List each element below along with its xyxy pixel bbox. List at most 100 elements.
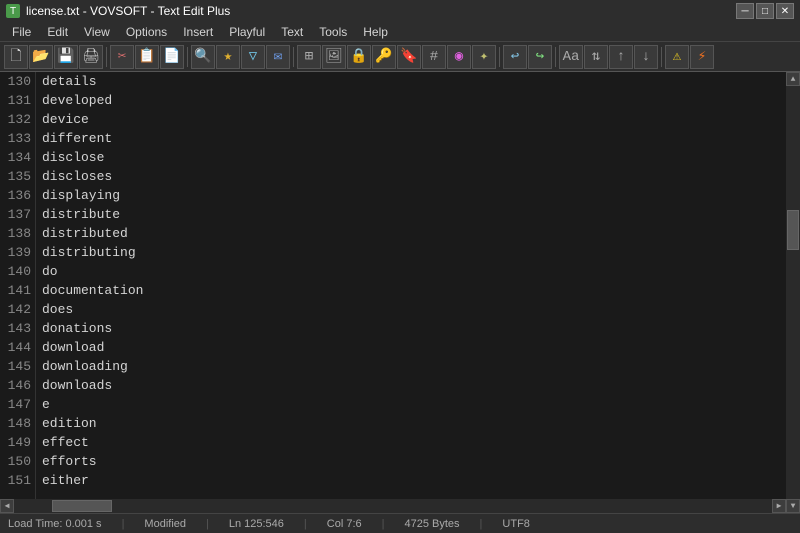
line-number: 147 — [4, 395, 31, 414]
wand-button[interactable]: ✦ — [472, 45, 496, 69]
line-text: does — [42, 300, 780, 319]
toolbar-separator — [499, 47, 500, 67]
case-button[interactable]: Aa — [559, 45, 583, 69]
scroll-right-arrow[interactable]: ▶ — [772, 499, 786, 513]
down-button[interactable]: ↓ — [634, 45, 658, 69]
bookmark-button[interactable]: 🔖 — [397, 45, 421, 69]
line-number: 138 — [4, 224, 31, 243]
menu-item-insert[interactable]: Insert — [175, 22, 221, 41]
cursor-position: Ln 125:546 — [229, 518, 284, 530]
title-bar-controls: ─ □ ✕ — [736, 3, 794, 19]
title-bar: T license.txt - VOVSOFT - Text Edit Plus… — [0, 0, 800, 22]
toolbar-separator — [106, 47, 107, 67]
line-text: details — [42, 72, 780, 91]
h-scroll-track[interactable] — [14, 499, 772, 513]
scroll-down-arrow[interactable]: ▼ — [786, 499, 800, 513]
menu-item-tools[interactable]: Tools — [311, 22, 355, 41]
line-text: donations — [42, 319, 780, 338]
app-icon: T — [6, 4, 20, 18]
editor-area[interactable]: 1301311321331341351361371381391401411421… — [0, 72, 786, 513]
toolbar: 🗋📂💾🖨 ✂📋📄 🔍★▽✉ ⊞🖼🔒🔑🔖#◉✦ ↩↪ Aa⇅↑↓ ⚠⚡ — [0, 42, 800, 72]
line-number: 134 — [4, 148, 31, 167]
menu-item-help[interactable]: Help — [355, 22, 396, 41]
menu-bar: FileEditViewOptionsInsertPlayfulTextTool… — [0, 22, 800, 42]
search-button[interactable]: 🔍 — [191, 45, 215, 69]
lock-button[interactable]: 🔒 — [347, 45, 371, 69]
key-button[interactable]: 🔑 — [372, 45, 396, 69]
cut-button[interactable]: ✂ — [110, 45, 134, 69]
new-button[interactable]: 🗋 — [4, 45, 28, 69]
num-button[interactable]: # — [422, 45, 446, 69]
line-text: either — [42, 471, 780, 490]
paste-button[interactable]: 📄 — [160, 45, 184, 69]
v-scroll-thumb[interactable] — [787, 210, 799, 250]
modified-status: Modified — [144, 518, 186, 530]
menu-item-text[interactable]: Text — [273, 22, 311, 41]
line-number: 136 — [4, 186, 31, 205]
line-text: do — [42, 262, 780, 281]
maximize-button[interactable]: □ — [756, 3, 774, 19]
redo-button[interactable]: ↪ — [528, 45, 552, 69]
encoding: UTF8 — [502, 518, 530, 530]
line-text: downloading — [42, 357, 780, 376]
h-scroll-thumb[interactable] — [52, 500, 112, 512]
line-number: 135 — [4, 167, 31, 186]
toolbar-separator — [293, 47, 294, 67]
up-button[interactable]: ↑ — [609, 45, 633, 69]
line-text: distribute — [42, 205, 780, 224]
image-button[interactable]: 🖼 — [322, 45, 346, 69]
line-number: 133 — [4, 129, 31, 148]
line-number: 148 — [4, 414, 31, 433]
save-button[interactable]: 💾 — [54, 45, 78, 69]
table-button[interactable]: ⊞ — [297, 45, 321, 69]
line-text: developed — [42, 91, 780, 110]
menu-item-playful[interactable]: Playful — [221, 22, 273, 41]
line-number: 130 — [4, 72, 31, 91]
extra-button[interactable]: ⚡ — [690, 45, 714, 69]
menu-item-options[interactable]: Options — [118, 22, 175, 41]
filter-button[interactable]: ▽ — [241, 45, 265, 69]
line-text: displaying — [42, 186, 780, 205]
line-text: efforts — [42, 452, 780, 471]
copy-button[interactable]: 📋 — [135, 45, 159, 69]
scroll-left-arrow[interactable]: ◀ — [0, 499, 14, 513]
highlight-button[interactable]: ★ — [216, 45, 240, 69]
scroll-up-arrow[interactable]: ▲ — [786, 72, 800, 86]
print-button[interactable]: 🖨 — [79, 45, 103, 69]
line-text: discloses — [42, 167, 780, 186]
status-bar: Load Time: 0.001 s | Modified | Ln 125:5… — [0, 513, 800, 533]
warn-button[interactable]: ⚠ — [665, 45, 689, 69]
rainbow-button[interactable]: ◉ — [447, 45, 471, 69]
mail-button[interactable]: ✉ — [266, 45, 290, 69]
line-text: effect — [42, 433, 780, 452]
line-number: 143 — [4, 319, 31, 338]
minimize-button[interactable]: ─ — [736, 3, 754, 19]
vertical-scrollbar: ▲ ▼ — [786, 72, 800, 513]
load-time: Load Time: 0.001 s — [8, 518, 102, 530]
line-text: download — [42, 338, 780, 357]
file-size: 4725 Bytes — [405, 518, 460, 530]
horizontal-scrollbar: ◀ ▶ — [0, 499, 786, 513]
menu-item-view[interactable]: View — [76, 22, 118, 41]
open-button[interactable]: 📂 — [29, 45, 53, 69]
line-text: documentation — [42, 281, 780, 300]
v-scroll-track[interactable] — [786, 86, 800, 499]
line-text: device — [42, 110, 780, 129]
line-text: e — [42, 395, 780, 414]
menu-item-edit[interactable]: Edit — [39, 22, 76, 41]
title-bar-left: T license.txt - VOVSOFT - Text Edit Plus — [6, 4, 230, 18]
sort-button[interactable]: ⇅ — [584, 45, 608, 69]
line-text: downloads — [42, 376, 780, 395]
close-button[interactable]: ✕ — [776, 3, 794, 19]
line-number: 139 — [4, 243, 31, 262]
line-number: 145 — [4, 357, 31, 376]
line-number: 132 — [4, 110, 31, 129]
undo-button[interactable]: ↩ — [503, 45, 527, 69]
text-content[interactable]: detailsdevelopeddevicedifferentdisclosed… — [36, 72, 786, 499]
line-number: 137 — [4, 205, 31, 224]
main-area: 1301311321331341351361371381391401411421… — [0, 72, 800, 513]
menu-item-file[interactable]: File — [4, 22, 39, 41]
line-number: 140 — [4, 262, 31, 281]
line-text: different — [42, 129, 780, 148]
toolbar-separator — [187, 47, 188, 67]
